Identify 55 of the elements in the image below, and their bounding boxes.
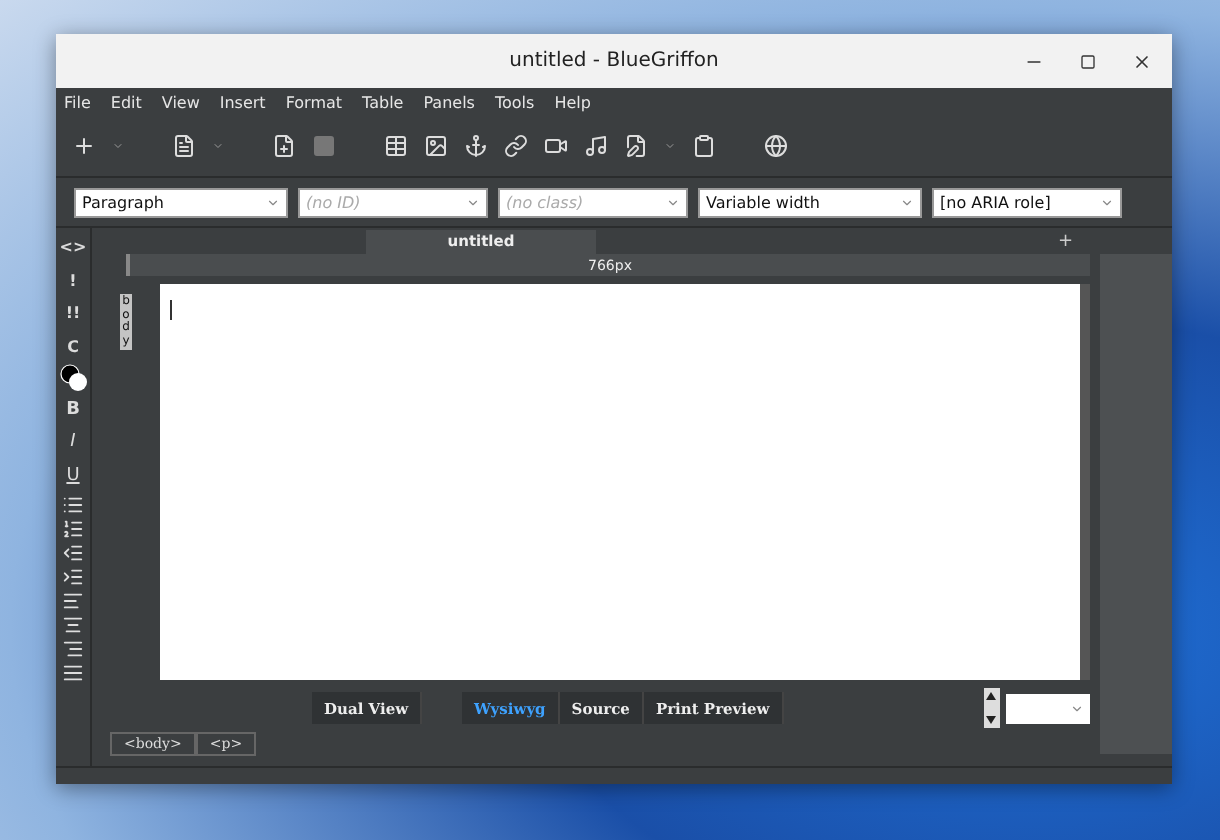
anchor-icon[interactable]: [464, 134, 488, 158]
caret-icon: [266, 195, 280, 209]
numbered-list-icon[interactable]: [62, 517, 84, 539]
menu-item[interactable]: Table: [362, 93, 404, 111]
indent-icon[interactable]: [62, 565, 84, 587]
up-arrow-icon[interactable]: [986, 692, 997, 700]
sidebar-button[interactable]: C: [58, 331, 88, 362]
menu-item[interactable]: View: [161, 93, 200, 111]
caret-icon: [666, 195, 680, 209]
image-icon[interactable]: [424, 134, 448, 158]
menu-item[interactable]: Format: [285, 93, 343, 111]
close-icon[interactable]: [1132, 51, 1152, 71]
form-icon[interactable]: [624, 134, 648, 158]
dropdown[interactable]: Variable width: [698, 187, 922, 217]
link-icon[interactable]: [504, 134, 528, 158]
menu-item[interactable]: Help: [554, 93, 591, 111]
menu-item[interactable]: Insert: [219, 93, 266, 111]
menu-item[interactable]: Edit: [110, 93, 142, 111]
sidebar-button[interactable]: U: [58, 460, 88, 491]
dropdown[interactable]: [no ARIA role]: [932, 187, 1122, 217]
music-icon[interactable]: [584, 134, 608, 158]
add-tab-button[interactable]: +: [1058, 231, 1074, 251]
dropdown[interactable]: Paragraph: [74, 187, 288, 217]
square-icon[interactable]: [312, 134, 336, 158]
table-icon[interactable]: [384, 134, 408, 158]
caret-icon: [1070, 701, 1084, 715]
align-center-icon[interactable]: [62, 613, 84, 635]
maximize-icon[interactable]: [1080, 53, 1096, 69]
window-title: untitled - BlueGriffon: [509, 50, 719, 72]
align-right-icon[interactable]: [62, 637, 84, 659]
align-left-icon[interactable]: [62, 589, 84, 611]
caret-icon: [466, 195, 480, 209]
document-icon[interactable]: [172, 134, 196, 158]
outdent-icon[interactable]: [62, 541, 84, 563]
clipboard-icon[interactable]: [692, 134, 716, 158]
globe-icon[interactable]: [764, 134, 788, 158]
camera-icon[interactable]: [544, 134, 568, 158]
caret-icon: [900, 195, 914, 209]
dropdown[interactable]: [1005, 693, 1090, 723]
menu-item[interactable]: Panels: [423, 93, 475, 111]
menu-item[interactable]: File: [64, 93, 91, 111]
sidebar-button[interactable]: I: [58, 427, 88, 458]
menu-item[interactable]: Tools: [494, 93, 535, 111]
color-picker-icon[interactable]: [59, 364, 87, 392]
sidebar-button[interactable]: !!: [58, 298, 88, 329]
new-page-icon[interactable]: [272, 134, 296, 158]
justify-icon[interactable]: [62, 661, 84, 683]
bullet-list-icon[interactable]: [62, 493, 84, 515]
sidebar-button[interactable]: <>: [58, 232, 88, 263]
sidebar-button[interactable]: !: [58, 265, 88, 296]
spinner[interactable]: [983, 688, 1000, 728]
caret-icon: [1100, 195, 1114, 209]
plus-icon[interactable]: [72, 134, 96, 158]
down-arrow-icon[interactable]: [986, 716, 997, 724]
sidebar-button[interactable]: B: [58, 394, 88, 425]
